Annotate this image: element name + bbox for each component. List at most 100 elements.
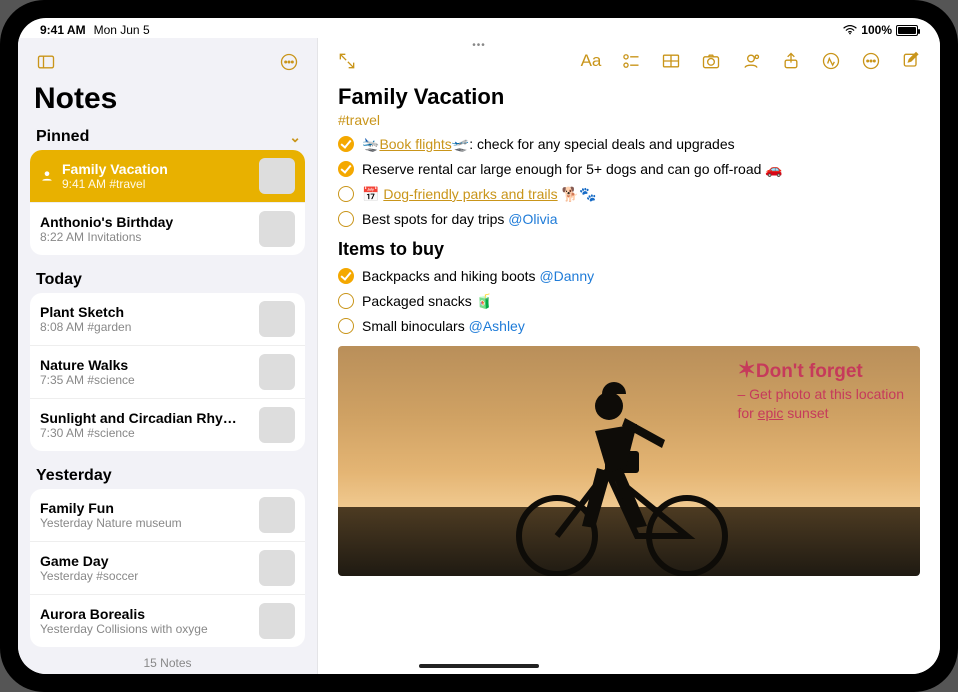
note-title: Game Day [40, 553, 251, 569]
checklist-item[interactable]: Small binoculars @Ashley [338, 316, 920, 336]
subheading-items-to-buy[interactable]: Items to buy [338, 239, 920, 260]
text: 🐕🐾 [558, 186, 597, 202]
share-button[interactable] [778, 48, 804, 74]
status-bar: 9:41 AM Mon Jun 5 100% [18, 18, 940, 38]
hand-line: epic [758, 405, 784, 421]
note-tag[interactable]: #travel [338, 112, 920, 128]
note-row[interactable]: Family FunYesterday Nature museum [30, 489, 305, 541]
note-title: Anthonio's Birthday [40, 214, 251, 230]
section-header-today: Today [18, 267, 317, 293]
checklist-item[interactable]: 📅 Dog-friendly parks and trails 🐕🐾 [338, 184, 920, 204]
home-indicator[interactable] [419, 664, 539, 668]
note-sub: 7:35 AM #science [40, 373, 251, 387]
text: Packaged snacks 🧃 [362, 291, 493, 311]
shared-icon [40, 169, 54, 183]
note-sub: 9:41 AM #travel [62, 177, 251, 191]
mention[interactable]: @Olivia [508, 211, 557, 227]
text: 🛬 [362, 136, 379, 152]
check-bubble[interactable] [338, 268, 354, 284]
section-label: Yesterday [36, 467, 112, 485]
star-icon: ✶ [737, 357, 755, 382]
note-sub: Yesterday Nature museum [40, 516, 251, 530]
checklist-item[interactable]: Packaged snacks 🧃 [338, 291, 920, 311]
format-text-button[interactable]: Aa [578, 48, 604, 74]
hand-line: for [737, 405, 757, 421]
note-title: Plant Sketch [40, 304, 251, 320]
sidebar-footer-count: 15 Notes [18, 648, 317, 674]
battery-icon [896, 25, 918, 36]
today-group: Plant Sketch8:08 AM #garden Nature Walks… [30, 293, 305, 451]
handwritten-annotation: ✶Don't forget – Get photo at this locati… [737, 356, 904, 423]
note-row[interactable]: Sunlight and Circadian Rhy…7:30 AM #scie… [30, 398, 305, 451]
note-row[interactable]: Aurora BorealisYesterday Collisions with… [30, 594, 305, 647]
battery-percent: 100% [861, 23, 892, 37]
camera-button[interactable] [698, 48, 724, 74]
more-options-button[interactable] [275, 48, 303, 76]
pinned-group: Family Vacation9:41 AM #travel Anthonio'… [30, 150, 305, 255]
note-sub: Yesterday Collisions with oxyge [40, 622, 251, 636]
checklist-button[interactable] [618, 48, 644, 74]
attached-image[interactable]: ✶Don't forget – Get photo at this locati… [338, 346, 920, 576]
note-sub: 7:30 AM #science [40, 426, 251, 440]
hand-line: sunset [783, 405, 828, 421]
note-row[interactable]: Nature Walks7:35 AM #science [30, 345, 305, 398]
note-title: Aurora Borealis [40, 606, 251, 622]
link[interactable]: Dog-friendly parks and trails [383, 186, 557, 202]
note-row-anthonio-birthday[interactable]: Anthonio's Birthday8:22 AM Invitations [30, 202, 305, 255]
expand-button[interactable] [334, 48, 360, 74]
note-row-family-vacation[interactable]: Family Vacation9:41 AM #travel [30, 150, 305, 202]
note-body[interactable]: Family Vacation #travel 🛬Book flights🛫: … [318, 80, 940, 674]
note-title[interactable]: Family Vacation [338, 84, 920, 110]
note-title: Sunlight and Circadian Rhy… [40, 410, 251, 426]
check-bubble[interactable] [338, 318, 354, 334]
note-thumb [259, 497, 295, 533]
hand-line: Don't forget [756, 361, 863, 382]
check-bubble[interactable] [338, 161, 354, 177]
ipad-frame: ••• 9:41 AM Mon Jun 5 100% Notes [0, 0, 958, 692]
screen: ••• 9:41 AM Mon Jun 5 100% Notes [18, 18, 940, 674]
mention[interactable]: @Danny [539, 268, 594, 284]
note-title: Family Vacation [62, 161, 251, 177]
checklist-item[interactable]: Best spots for day trips @Olivia [338, 209, 920, 229]
checklist-travel: 🛬Book flights🛫: check for any special de… [338, 134, 920, 229]
wifi-icon [843, 25, 857, 35]
sidebar-title: Notes [18, 80, 317, 124]
note-sub: 8:08 AM #garden [40, 320, 251, 334]
note-title: Family Fun [40, 500, 251, 516]
note-detail: Aa Family Vacation #travel 🛬Book flights… [318, 38, 940, 674]
check-bubble[interactable] [338, 136, 354, 152]
note-sub: Yesterday #soccer [40, 569, 251, 583]
chevron-down-icon: ⌄ [289, 129, 301, 146]
checklist-buy: Backpacks and hiking boots @Danny Packag… [338, 266, 920, 336]
note-toolbar: Aa [318, 38, 940, 80]
text: Small binoculars [362, 318, 469, 334]
check-bubble[interactable] [338, 211, 354, 227]
checklist-item[interactable]: 🛬Book flights🛫: check for any special de… [338, 134, 920, 154]
link[interactable]: Book flights [379, 136, 451, 152]
collaborate-button[interactable] [738, 48, 764, 74]
checklist-item[interactable]: Reserve rental car large enough for 5+ d… [338, 159, 920, 179]
check-bubble[interactable] [338, 186, 354, 202]
toggle-sidebar-button[interactable] [32, 48, 60, 76]
mention[interactable]: @Ashley [469, 318, 525, 334]
yesterday-group: Family FunYesterday Nature museum Game D… [30, 489, 305, 647]
more-button[interactable] [858, 48, 884, 74]
note-row[interactable]: Game DayYesterday #soccer [30, 541, 305, 594]
text: Reserve rental car large enough for 5+ d… [362, 159, 783, 179]
section-label: Today [36, 271, 82, 289]
status-date: Mon Jun 5 [94, 23, 150, 37]
note-thumb [259, 158, 295, 194]
sidebar: Notes Pinned ⌄ Family Vacation9:41 AM #t… [18, 38, 318, 674]
note-title: Nature Walks [40, 357, 251, 373]
multitask-dots[interactable]: ••• [472, 40, 486, 51]
checklist-item[interactable]: Backpacks and hiking boots @Danny [338, 266, 920, 286]
check-bubble[interactable] [338, 293, 354, 309]
table-button[interactable] [658, 48, 684, 74]
note-sub: 8:22 AM Invitations [40, 230, 251, 244]
compose-button[interactable] [898, 48, 924, 74]
note-row[interactable]: Plant Sketch8:08 AM #garden [30, 293, 305, 345]
note-thumb [259, 301, 295, 337]
cyclist-silhouette [487, 376, 747, 576]
section-header-pinned[interactable]: Pinned ⌄ [18, 124, 317, 150]
markup-button[interactable] [818, 48, 844, 74]
